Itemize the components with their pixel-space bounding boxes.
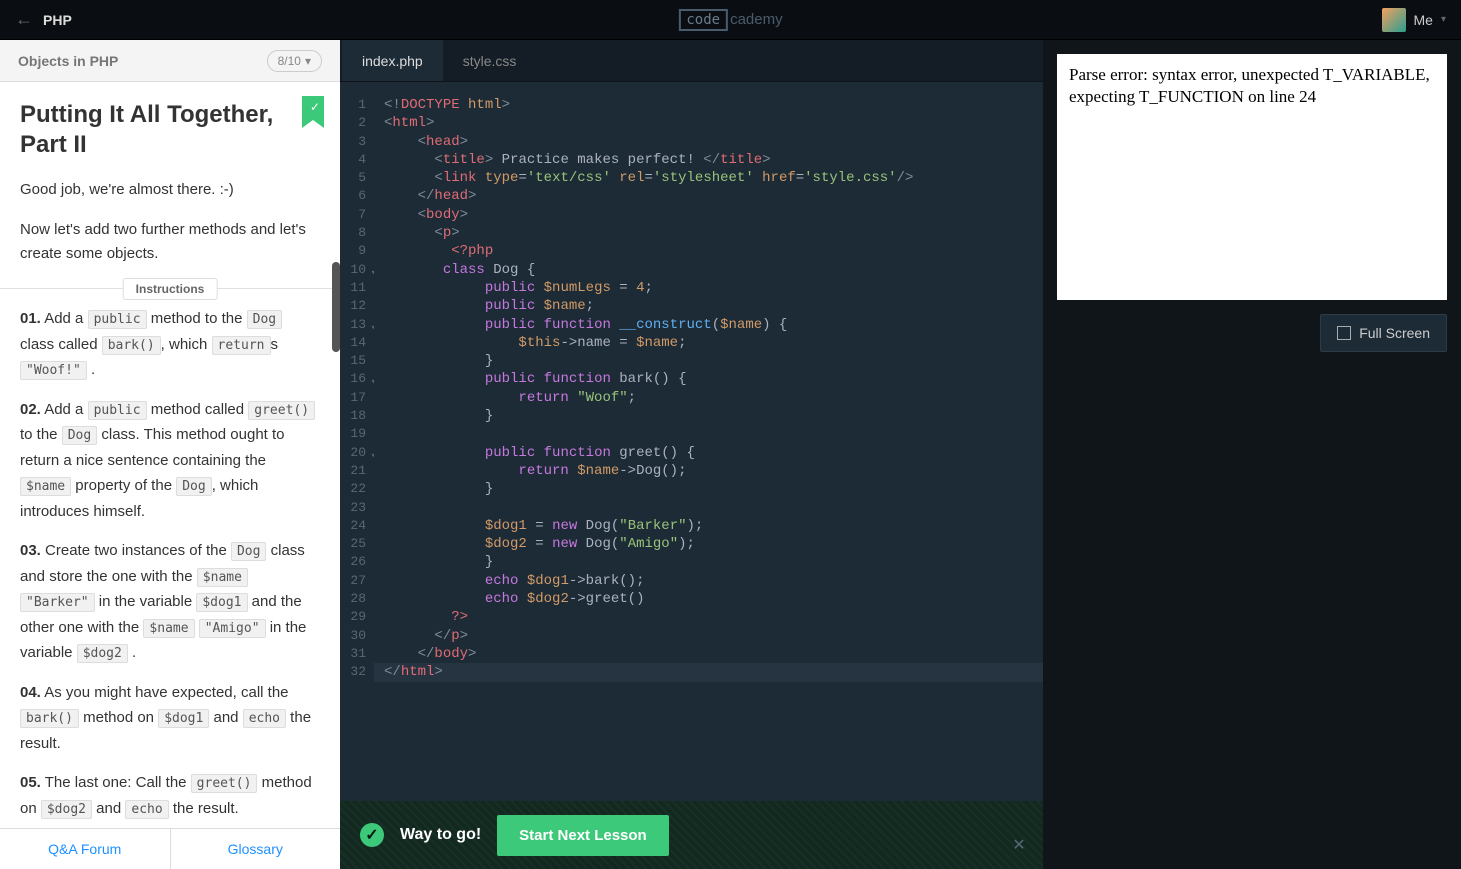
- fullscreen-icon: [1337, 326, 1351, 340]
- code-area[interactable]: <!DOCTYPE html><html> <head> <title> Pra…: [374, 82, 1043, 869]
- close-icon[interactable]: ✕: [1011, 837, 1027, 853]
- chevron-down-icon: ▾: [305, 54, 311, 68]
- instructions-list: 01. Add a public method to the Dog class…: [20, 306, 320, 821]
- line-gutter: 12345678910▾111213▾141516▾17181920▾21222…: [340, 82, 374, 869]
- editor-area: index.php style.css 12345678910▾111213▾1…: [340, 40, 1043, 869]
- instruction-item: 03. Create two instances of the Dog clas…: [20, 538, 320, 666]
- success-check-icon: ✓: [360, 823, 384, 847]
- progress-text: 8/10: [278, 54, 301, 68]
- editor-body[interactable]: 12345678910▾111213▾141516▾17181920▾21222…: [340, 82, 1043, 869]
- logo-box: code: [678, 9, 728, 31]
- instructions-divider: Instructions: [0, 288, 340, 306]
- logo[interactable]: code cademy: [678, 9, 782, 31]
- chevron-down-icon: ▾: [1441, 14, 1446, 25]
- qa-forum-link[interactable]: Q&A Forum: [0, 829, 171, 869]
- tab-index-php[interactable]: index.php: [342, 40, 443, 81]
- logo-text: cademy: [730, 11, 783, 28]
- sidebar-scrollbar[interactable]: [332, 122, 340, 829]
- instruction-item: 05. The last one: Call the greet() metho…: [20, 770, 320, 821]
- output-panel: Parse error: syntax error, unexpected T_…: [1043, 40, 1461, 869]
- sidebar-content[interactable]: ✓ Putting It All Together, Part II Good …: [0, 82, 340, 828]
- lesson-title: Putting It All Together, Part II: [20, 100, 320, 160]
- avatar: [1382, 8, 1406, 32]
- glossary-link[interactable]: Glossary: [171, 829, 341, 869]
- intro-text-1: Good job, we're almost there. :-): [20, 178, 320, 202]
- next-lesson-button[interactable]: Start Next Lesson: [497, 815, 669, 856]
- fullscreen-label: Full Screen: [1359, 325, 1430, 341]
- checkmark-icon: ✓: [310, 100, 320, 114]
- app-header: ← PHP code cademy Me ▾: [0, 0, 1461, 40]
- sidebar-header: Objects in PHP 8/10 ▾: [0, 40, 340, 82]
- instruction-item: 02. Add a public method called greet() t…: [20, 397, 320, 525]
- back-arrow-icon[interactable]: ←: [15, 9, 33, 30]
- user-menu[interactable]: Me ▾: [1382, 8, 1446, 32]
- way-to-go-text: Way to go!: [400, 826, 481, 844]
- course-name: PHP: [43, 12, 72, 28]
- lesson-category: Objects in PHP: [18, 53, 118, 69]
- me-label: Me: [1414, 12, 1433, 28]
- intro-text-2: Now let's add two further methods and le…: [20, 218, 320, 266]
- progress-dropdown[interactable]: 8/10 ▾: [267, 50, 322, 72]
- instruction-item: 01. Add a public method to the Dog class…: [20, 306, 320, 383]
- instructions-label: Instructions: [123, 278, 218, 300]
- sidebar-footer: Q&A Forum Glossary: [0, 828, 340, 869]
- editor-tabs: index.php style.css: [340, 40, 1043, 82]
- output-window: Parse error: syntax error, unexpected T_…: [1057, 54, 1447, 300]
- header-left: ← PHP: [15, 9, 72, 30]
- tab-style-css[interactable]: style.css: [443, 40, 537, 81]
- lesson-sidebar: Objects in PHP 8/10 ▾ ✓ Putting It All T…: [0, 40, 340, 869]
- main-container: Objects in PHP 8/10 ▾ ✓ Putting It All T…: [0, 40, 1461, 869]
- instruction-item: 04. As you might have expected, call the…: [20, 680, 320, 757]
- success-bar: ✓ Way to go! Start Next Lesson ✕: [340, 801, 1043, 869]
- fullscreen-button[interactable]: Full Screen: [1320, 314, 1447, 352]
